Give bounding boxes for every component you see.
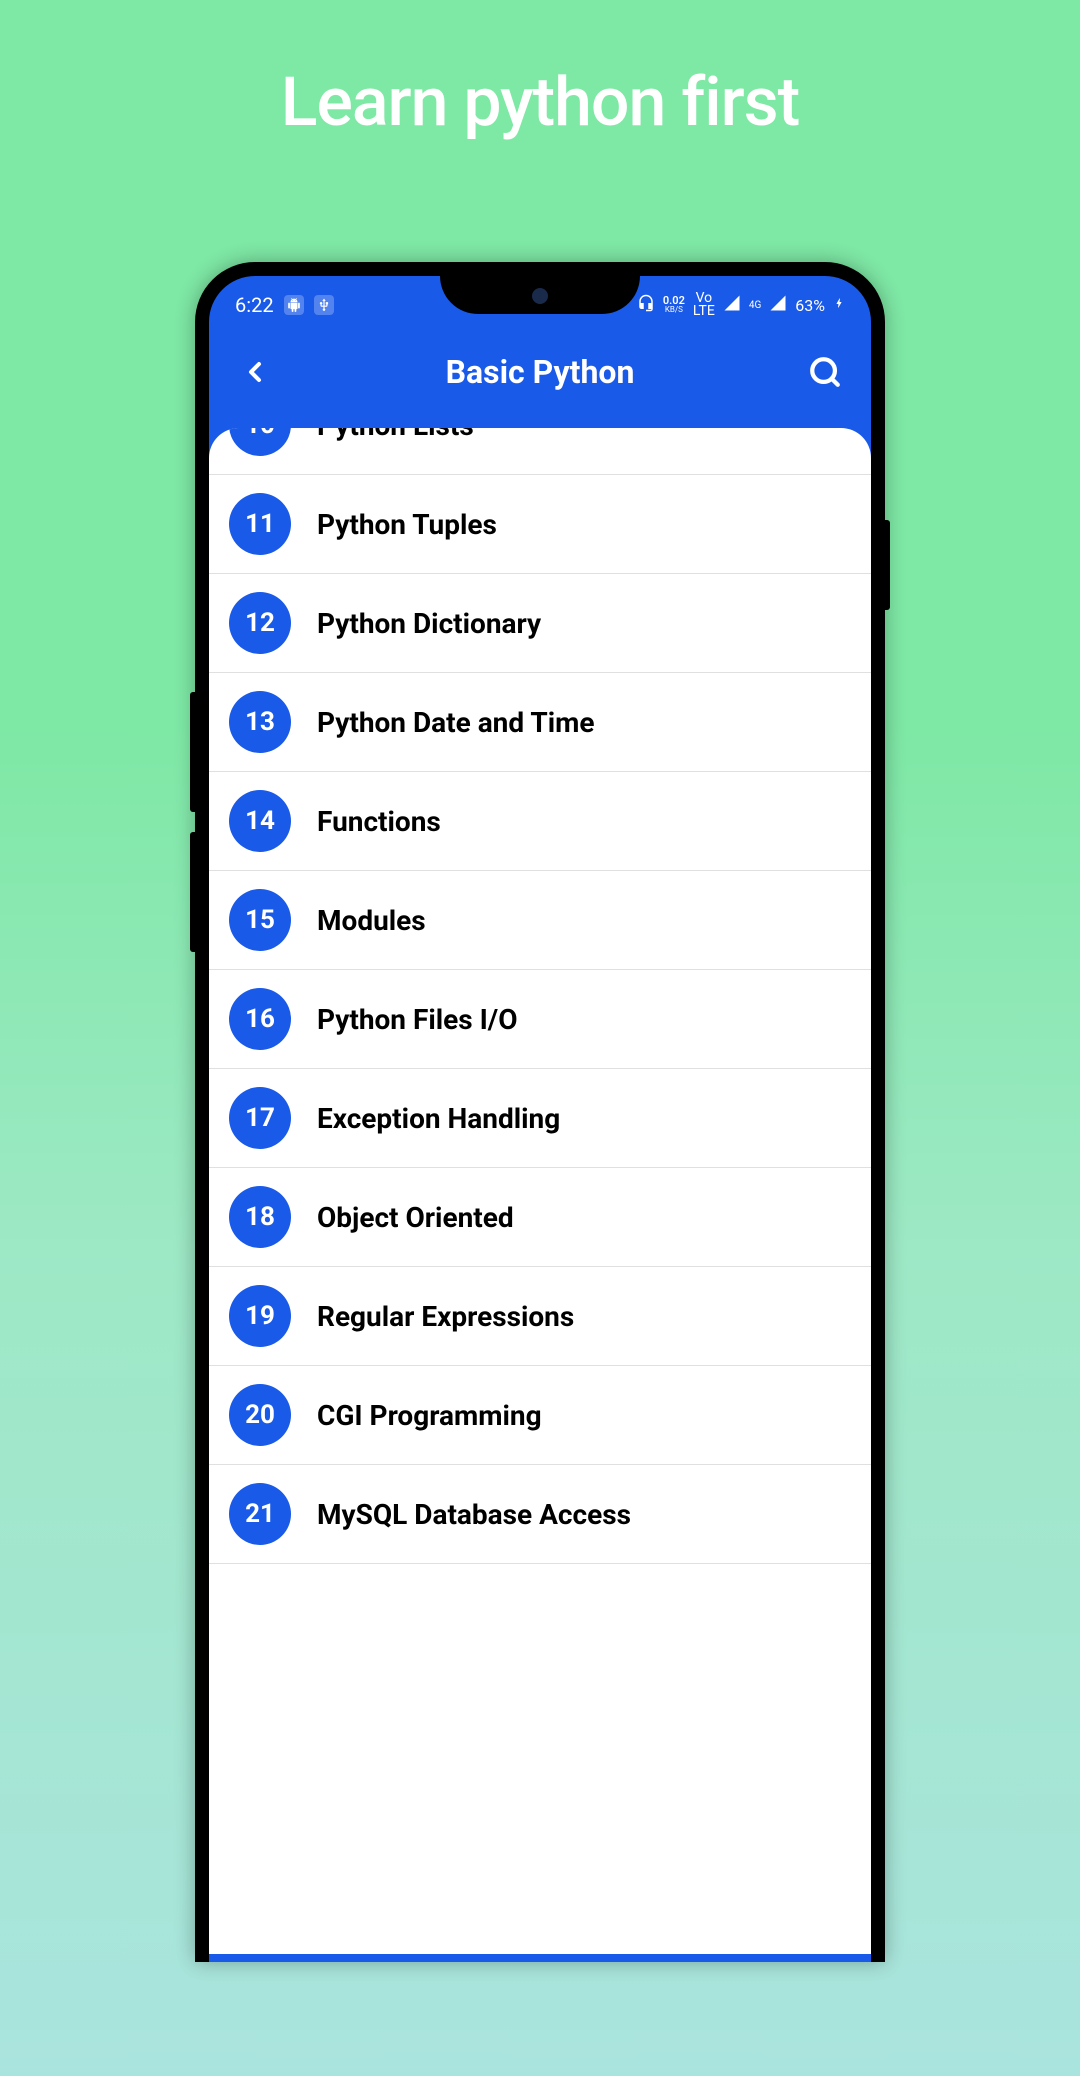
- lesson-item[interactable]: 17 Exception Handling: [209, 1069, 871, 1168]
- lesson-item[interactable]: 11 Python Tuples: [209, 475, 871, 574]
- search-button[interactable]: [805, 352, 845, 392]
- lesson-number-badge: 17: [229, 1087, 291, 1149]
- lesson-title: Python Lists: [317, 428, 474, 442]
- volte-indicator: Vo LTE: [693, 292, 715, 317]
- lesson-number-badge: 13: [229, 691, 291, 753]
- lesson-number-badge: 20: [229, 1384, 291, 1446]
- back-button[interactable]: [235, 352, 275, 392]
- lesson-item[interactable]: 10 Python Lists: [209, 428, 871, 475]
- lesson-number-badge: 18: [229, 1186, 291, 1248]
- lesson-number-badge: 19: [229, 1285, 291, 1347]
- lesson-title: Modules: [317, 904, 426, 937]
- status-time: 6:22: [235, 293, 274, 317]
- lesson-item[interactable]: 14 Functions: [209, 772, 871, 871]
- lesson-number-badge: 12: [229, 592, 291, 654]
- lesson-number-badge: 16: [229, 988, 291, 1050]
- lesson-item[interactable]: 21 MySQL Database Access: [209, 1465, 871, 1564]
- app-header: Basic Python: [209, 326, 871, 428]
- lesson-item[interactable]: 18 Object Oriented: [209, 1168, 871, 1267]
- lesson-item[interactable]: 16 Python Files I/O: [209, 970, 871, 1069]
- content-area: 10 Python Lists 11 Python Tuples 12 Pyth…: [209, 428, 871, 1954]
- promo-title: Learn python first: [281, 62, 800, 142]
- charging-icon: [833, 295, 845, 315]
- lesson-number-badge: 14: [229, 790, 291, 852]
- phone-volume-up-button: [190, 692, 195, 812]
- lesson-number-badge: 11: [229, 493, 291, 555]
- lesson-title: Regular Expressions: [317, 1300, 574, 1333]
- data-speed-indicator: 0.02 KB/S: [663, 296, 685, 313]
- lesson-title: Functions: [317, 805, 441, 838]
- page-title: Basic Python: [446, 353, 635, 391]
- lesson-title: Python Files I/O: [317, 1003, 518, 1036]
- lesson-title: Object Oriented: [317, 1201, 514, 1234]
- phone-frame: 6:22 0.02 KB/S Vo LTE: [195, 262, 885, 1962]
- lesson-title: CGI Programming: [317, 1399, 542, 1432]
- lesson-title: MySQL Database Access: [317, 1498, 631, 1531]
- lesson-title: Python Tuples: [317, 508, 497, 541]
- lesson-title: Python Date and Time: [317, 706, 595, 739]
- lesson-title: Exception Handling: [317, 1102, 560, 1135]
- phone-volume-down-button: [190, 832, 195, 952]
- status-bar-right: 0.02 KB/S Vo LTE 4G 63%: [637, 292, 845, 317]
- usb-icon: [314, 295, 334, 315]
- lesson-item[interactable]: 13 Python Date and Time: [209, 673, 871, 772]
- android-icon: [284, 295, 304, 315]
- headphones-icon: [637, 294, 655, 316]
- lesson-title: Python Dictionary: [317, 607, 541, 640]
- signal-icon-2: [769, 294, 787, 316]
- lesson-item[interactable]: 12 Python Dictionary: [209, 574, 871, 673]
- signal-icon: [723, 294, 741, 316]
- lesson-list[interactable]: 10 Python Lists 11 Python Tuples 12 Pyth…: [209, 428, 871, 1564]
- lesson-item[interactable]: 15 Modules: [209, 871, 871, 970]
- lesson-number-badge: 21: [229, 1483, 291, 1545]
- network-type: 4G: [749, 300, 761, 311]
- lesson-number-badge: 10: [229, 428, 291, 456]
- lesson-number-badge: 15: [229, 889, 291, 951]
- lesson-item[interactable]: 19 Regular Expressions: [209, 1267, 871, 1366]
- phone-notch: [440, 276, 640, 314]
- lesson-item[interactable]: 20 CGI Programming: [209, 1366, 871, 1465]
- battery-percentage: 63%: [795, 296, 825, 315]
- phone-screen: 6:22 0.02 KB/S Vo LTE: [209, 276, 871, 1962]
- status-bar-left: 6:22: [235, 293, 334, 317]
- phone-power-button: [885, 520, 890, 610]
